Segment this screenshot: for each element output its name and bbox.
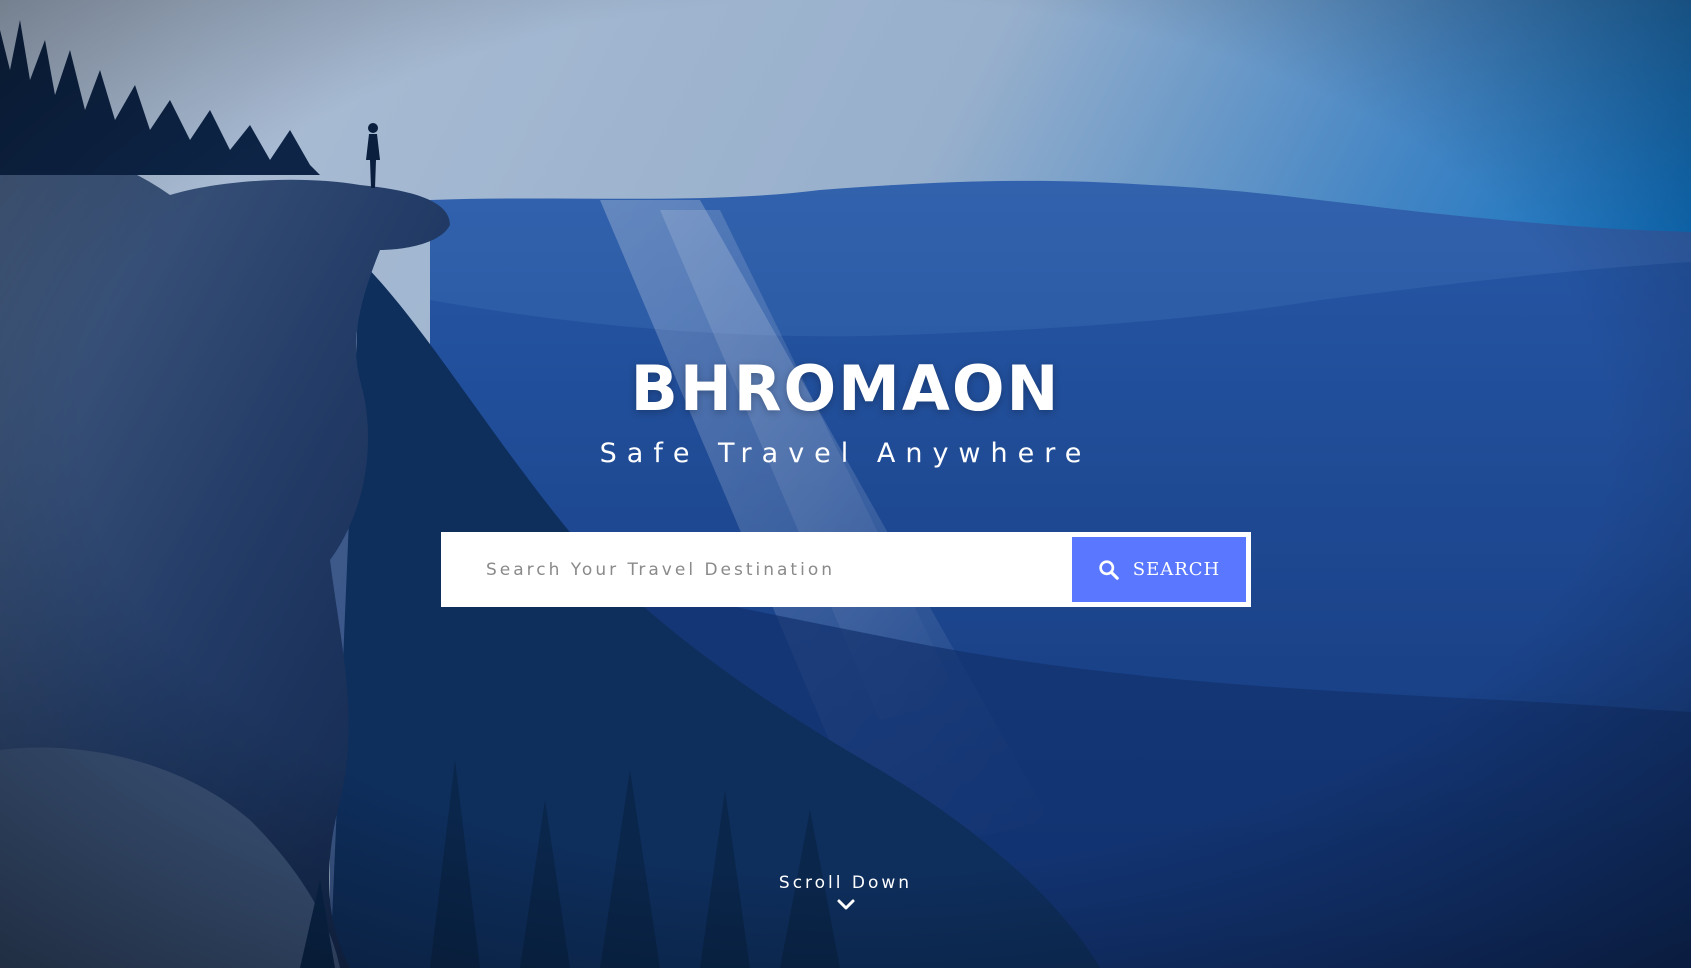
scroll-down-label: Scroll Down	[778, 873, 913, 893]
search-input[interactable]	[441, 531, 1072, 608]
hero-section: BHROMAON Safe Travel Anywhere SEARCH Scr…	[0, 0, 1691, 968]
site-title: BHROMAON	[630, 352, 1061, 425]
search-bar: SEARCH	[441, 531, 1251, 608]
scroll-down-link[interactable]: Scroll Down	[0, 872, 1691, 916]
hero-background-image	[0, 0, 1691, 968]
search-button-label: SEARCH	[1132, 559, 1221, 580]
search-button[interactable]: SEARCH	[1072, 537, 1246, 602]
site-tagline: Safe Travel Anywhere	[599, 438, 1092, 469]
chevron-down-icon	[837, 899, 854, 910]
search-icon	[1099, 560, 1119, 580]
